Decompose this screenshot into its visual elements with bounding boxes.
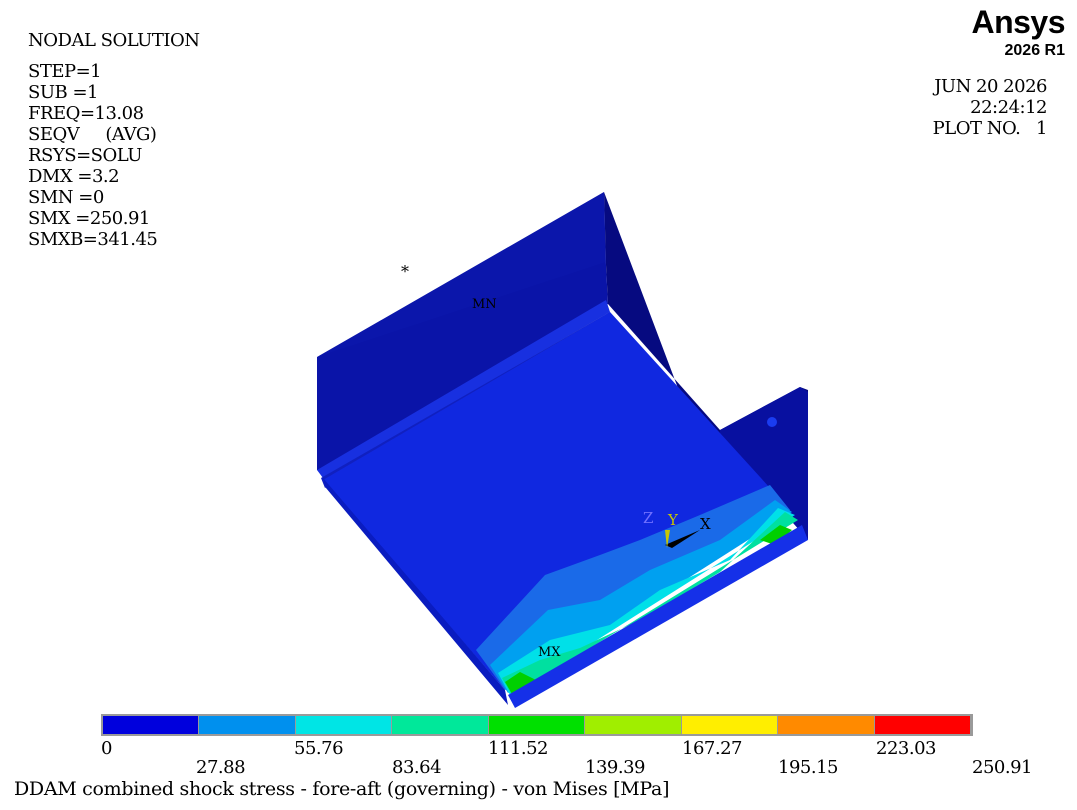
legend-tick-0: 0 [101, 738, 112, 759]
legend-segment [585, 716, 682, 734]
legend-tick-9: 250.91 [972, 757, 1032, 778]
legend-segment [874, 716, 971, 734]
star-marker: * [401, 262, 409, 281]
ansys-plot-window: NODAL SOLUTION STEP=1 SUB =1 FREQ=13.08 … [0, 0, 1077, 810]
plot-caption: DDAM combined shock stress - fore-aft (g… [14, 778, 670, 800]
legend-segment [681, 716, 779, 734]
legend-segment [103, 716, 200, 734]
legend-tick-8: 223.03 [876, 738, 936, 759]
legend-tick-4: 111.52 [488, 738, 548, 759]
fea-model-view[interactable] [0, 0, 1077, 810]
triad-z-label: Z [643, 509, 654, 527]
legend-tick-2: 55.76 [294, 738, 344, 759]
legend-segment [199, 716, 296, 734]
min-marker: MN [472, 297, 497, 312]
legend-segment [295, 716, 393, 734]
legend-tick-5: 139.39 [585, 757, 645, 778]
contour-legend-bar [101, 714, 973, 736]
legend-tick-1: 27.88 [196, 757, 246, 778]
triad-y-label: Y [668, 511, 678, 529]
legend-segment [392, 716, 489, 734]
legend-tick-7: 195.15 [778, 757, 838, 778]
bolt-hole [767, 417, 777, 427]
legend-tick-3: 83.64 [392, 757, 442, 778]
max-marker: MX [538, 645, 561, 660]
legend-segment [488, 716, 586, 734]
legend-segment [778, 716, 875, 734]
triad-x-label: X [700, 515, 711, 533]
legend-tick-6: 167.27 [682, 738, 742, 759]
